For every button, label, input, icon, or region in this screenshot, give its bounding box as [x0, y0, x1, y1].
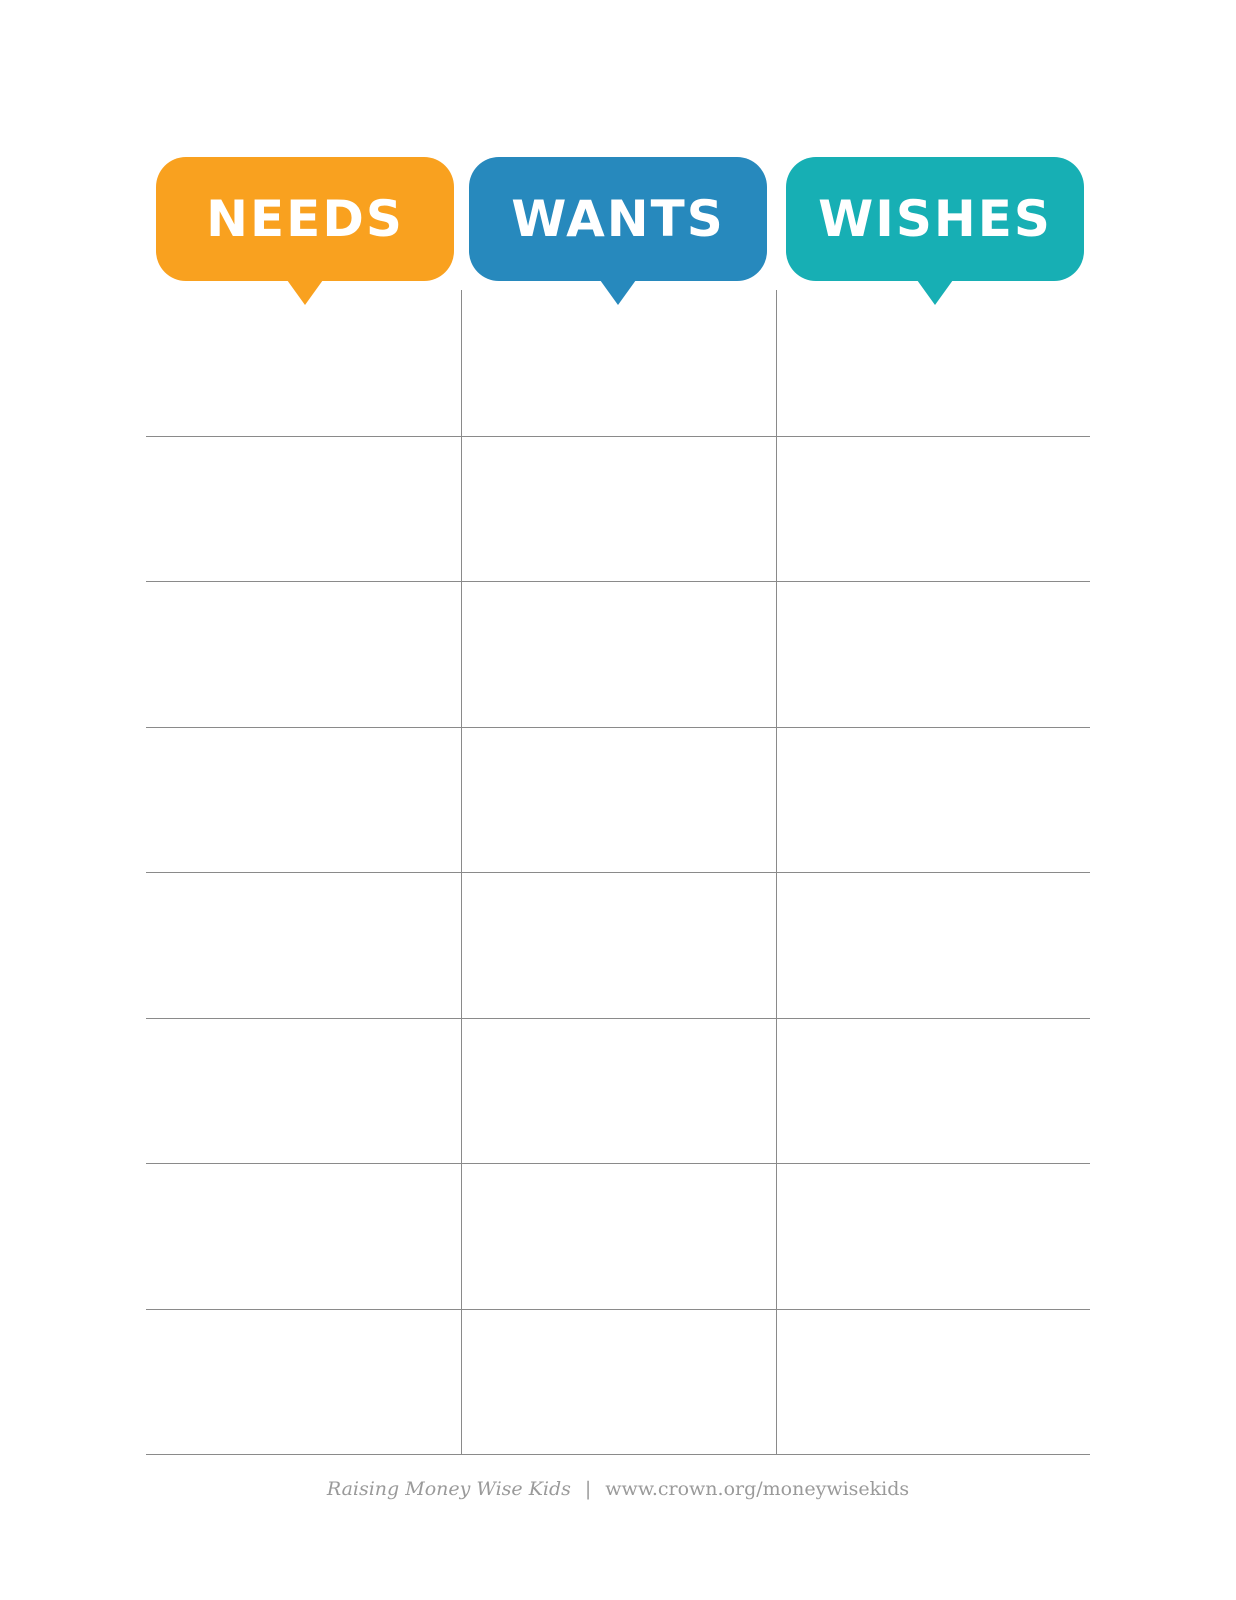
wants-header-label: WANTS — [511, 190, 725, 248]
cell-needs-row-3[interactable] — [146, 581, 461, 727]
column-divider — [461, 290, 462, 1454]
row-divider — [146, 435, 1090, 437]
cell-needs-row-6[interactable] — [146, 1018, 461, 1164]
cell-needs-row-4[interactable] — [146, 727, 461, 873]
row-divider — [146, 872, 1090, 873]
row-divider — [146, 726, 1090, 728]
row-divider — [146, 581, 1090, 582]
cell-wishes-row-1[interactable] — [776, 290, 1090, 436]
cell-needs-row-2[interactable] — [146, 436, 461, 582]
wishes-header-label: WISHES — [818, 190, 1052, 248]
cell-wishes-row-7[interactable] — [776, 1163, 1090, 1309]
footer: Raising Money Wise Kids | www.crown.org/mo… — [0, 1478, 1236, 1500]
cell-wants-row-8[interactable] — [461, 1309, 776, 1455]
cell-wishes-row-5[interactable] — [776, 872, 1090, 1018]
footer-brand: Raising Money Wise Kids — [326, 1478, 571, 1500]
needs-header-label: NEEDS — [206, 190, 404, 248]
wants-header-bubble: WANTS — [469, 157, 767, 305]
row-divider — [146, 1308, 1090, 1310]
worksheet-grid — [146, 290, 1090, 1455]
cell-wants-row-6[interactable] — [461, 1018, 776, 1164]
cell-wants-row-1[interactable] — [461, 290, 776, 436]
cell-wishes-row-2[interactable] — [776, 436, 1090, 582]
cell-wants-row-5[interactable] — [461, 872, 776, 1018]
row-divider — [146, 1163, 1090, 1164]
needs-header-bubble: NEEDS — [156, 157, 454, 305]
footer-separator: | — [584, 1478, 592, 1500]
row-divider — [146, 1454, 1090, 1455]
cell-wishes-row-8[interactable] — [776, 1309, 1090, 1455]
cell-wants-row-7[interactable] — [461, 1163, 776, 1309]
cell-needs-row-1[interactable] — [146, 290, 461, 436]
footer-url[interactable]: www.crown.org/moneywisekids — [605, 1478, 909, 1500]
row-divider — [146, 1017, 1090, 1019]
column-divider — [776, 290, 777, 1454]
cell-wants-row-4[interactable] — [461, 727, 776, 873]
cell-needs-row-7[interactable] — [146, 1163, 461, 1309]
cell-wishes-row-6[interactable] — [776, 1018, 1090, 1164]
cell-wants-row-2[interactable] — [461, 436, 776, 582]
cell-wishes-row-4[interactable] — [776, 727, 1090, 873]
cell-wishes-row-3[interactable] — [776, 581, 1090, 727]
cell-needs-row-8[interactable] — [146, 1309, 461, 1455]
cell-wants-row-3[interactable] — [461, 581, 776, 727]
wishes-header-bubble: WISHES — [786, 157, 1084, 305]
cell-needs-row-5[interactable] — [146, 872, 461, 1018]
